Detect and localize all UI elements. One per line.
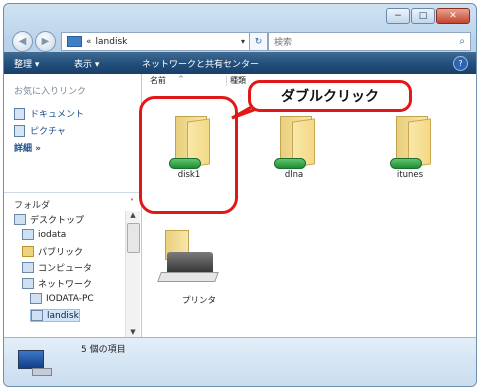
- help-icon[interactable]: ?: [453, 56, 468, 71]
- network-share-dlna[interactable]: dlna: [259, 112, 329, 180]
- favorites-heading: お気に入りリンク: [14, 87, 87, 97]
- address-bar[interactable]: « landisk ▾: [61, 32, 250, 51]
- refresh-button[interactable]: ↻: [249, 32, 268, 51]
- network-share-folder-icon: [387, 112, 433, 169]
- folder-icon: [22, 246, 34, 257]
- double-click-callout: ダブルクリック: [248, 80, 412, 112]
- scroll-up-icon[interactable]: ▲: [126, 211, 140, 221]
- window-controls: − □ ✕: [385, 8, 470, 24]
- forward-button[interactable]: ▶: [35, 31, 56, 52]
- folders-heading[interactable]: フォルダ: [14, 198, 50, 211]
- printers-item[interactable]: プリンタ: [154, 230, 224, 306]
- item-label: itunes: [396, 170, 424, 180]
- column-header-type[interactable]: 種類: [230, 75, 246, 86]
- minimize-button[interactable]: −: [386, 8, 410, 24]
- computer-icon: [18, 346, 52, 376]
- sort-arrow-icon: ^: [178, 75, 184, 83]
- navigation-buttons: ◀ ▶: [12, 31, 58, 52]
- address-dropdown-icon[interactable]: ▾: [241, 37, 245, 46]
- printer-icon: [157, 230, 221, 284]
- tree-item-desktop[interactable]: デスクトップ: [14, 213, 84, 226]
- details-pane: 5 個の項目: [4, 337, 476, 386]
- tree-item-public[interactable]: パブリック: [22, 245, 83, 258]
- organize-button[interactable]: 整理 ▾: [14, 57, 39, 70]
- tree-item-network[interactable]: ネットワーク: [22, 277, 92, 290]
- back-button[interactable]: ◀: [12, 31, 33, 52]
- folders-chevron-icon[interactable]: ˅: [130, 198, 134, 207]
- favorites-more-link[interactable]: 詳細 »: [14, 141, 41, 154]
- maximize-button[interactable]: □: [411, 8, 435, 24]
- highlight-box: [139, 96, 238, 214]
- search-placeholder: 検索: [274, 38, 293, 48]
- picture-icon: [14, 124, 25, 137]
- column-separator[interactable]: [226, 76, 227, 86]
- desktop-icon: [14, 214, 26, 225]
- item-count: 5 個の項目: [81, 345, 126, 355]
- computer-icon: [22, 262, 34, 273]
- views-button[interactable]: 表示 ▾: [74, 57, 99, 70]
- breadcrumb-overflow[interactable]: «: [86, 37, 92, 47]
- tree-item-computer[interactable]: コンピュータ: [22, 261, 92, 274]
- tree-scrollbar[interactable]: ▲ ▼: [125, 211, 140, 338]
- network-share-itunes[interactable]: itunes: [375, 112, 445, 180]
- computer-icon: [30, 293, 42, 304]
- network-share-folder-icon: [271, 112, 317, 169]
- server-icon: [31, 310, 43, 321]
- item-label: プリンタ: [181, 296, 216, 306]
- pane-divider: [4, 192, 141, 193]
- tree-item-iodata[interactable]: iodata: [22, 229, 66, 240]
- user-folder-icon: [22, 229, 34, 240]
- breadcrumb-landisk[interactable]: landisk: [96, 37, 128, 47]
- scroll-thumb[interactable]: [127, 223, 140, 253]
- column-header-name[interactable]: 名前: [150, 75, 166, 86]
- network-location-icon: [67, 36, 82, 47]
- favorite-documents[interactable]: ドキュメント: [14, 107, 84, 120]
- command-bar: 整理 ▾ 表示 ▾ ネットワークと共有センター ?: [4, 52, 476, 74]
- close-button[interactable]: ✕: [436, 8, 470, 24]
- search-input[interactable]: 検索 ⌕: [268, 32, 471, 51]
- network-center-button[interactable]: ネットワークと共有センター: [142, 57, 259, 70]
- navigation-pane: お気に入りリンク ドキュメント ピクチャ 詳細 » フォルダ ˅ デスクトップ …: [4, 74, 142, 338]
- tree-item-iodata-pc[interactable]: IODATA-PC: [30, 293, 94, 304]
- favorite-pictures[interactable]: ピクチャ: [14, 124, 66, 137]
- document-icon: [14, 107, 25, 120]
- tree-item-landisk[interactable]: landisk: [30, 309, 80, 322]
- explorer-window: − □ ✕ ◀ ▶ « landisk ▾ ↻ 検索 ⌕ 整理 ▾ 表示 ▾ ネ…: [3, 3, 477, 387]
- item-label: dlna: [284, 170, 304, 180]
- network-icon: [22, 278, 34, 289]
- search-icon[interactable]: ⌕: [459, 36, 465, 47]
